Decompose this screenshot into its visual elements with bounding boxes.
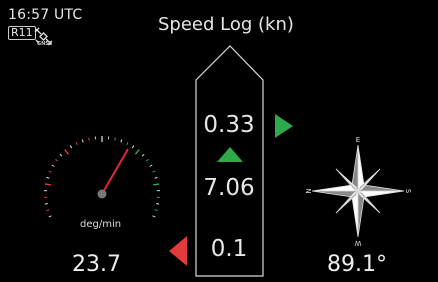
gauge-tick (145, 158, 149, 162)
rate-of-turn-unit: deg/min (80, 219, 122, 230)
gauge-tick (154, 176, 158, 179)
gauge-tick (120, 139, 123, 143)
lower-red-arrow-icon (169, 236, 187, 266)
gauge-hub (97, 189, 107, 199)
gauge-tick (46, 176, 50, 179)
rate-of-turn-gauge (44, 136, 160, 218)
upper-green-arrow-icon (275, 114, 293, 138)
gauge-tick (69, 145, 73, 149)
gauge-tick (44, 183, 51, 186)
gauge-tick (46, 209, 50, 212)
gauge-tick (153, 183, 160, 186)
gauge-tick (154, 209, 158, 212)
compass-label-w: W (354, 239, 361, 247)
gauge-tick (114, 137, 116, 141)
gauge-tick (44, 203, 48, 205)
gauge-tick (152, 215, 156, 218)
mid-green-arrow-icon (217, 147, 243, 162)
gauge-tick (134, 149, 140, 155)
compass-rose-icon: E S W N (305, 136, 412, 247)
gauge-tick (152, 170, 156, 173)
gauge-tick (149, 164, 153, 167)
gauge-ticks (44, 136, 160, 218)
gauge-tick (75, 141, 78, 146)
speed-upper-value: 0.33 (203, 112, 255, 138)
gauge-tick (59, 153, 63, 157)
gauge-tick (126, 141, 129, 146)
speed-lower-value: 0.1 (210, 236, 248, 262)
gauge-needle (101, 148, 129, 195)
gauge-tick (141, 153, 145, 157)
gauge-tick (64, 149, 70, 155)
gauge-tick (51, 164, 55, 167)
rate-of-turn-value: 23.7 (72, 252, 121, 277)
gauge-tick (81, 139, 84, 143)
compass-label-e: E (356, 136, 360, 144)
gauge-tick (48, 170, 52, 173)
gauge-tick (88, 137, 90, 141)
heading-value: 89.1° (327, 252, 387, 277)
speed-main-value: 7.06 (203, 175, 255, 201)
gauge-tick (156, 203, 160, 205)
gauge-tick (55, 158, 59, 162)
compass-label-s: S (404, 189, 412, 194)
gauge-tick (48, 215, 52, 218)
gauge-tick (131, 145, 135, 149)
compass-label-n: N (305, 188, 313, 193)
